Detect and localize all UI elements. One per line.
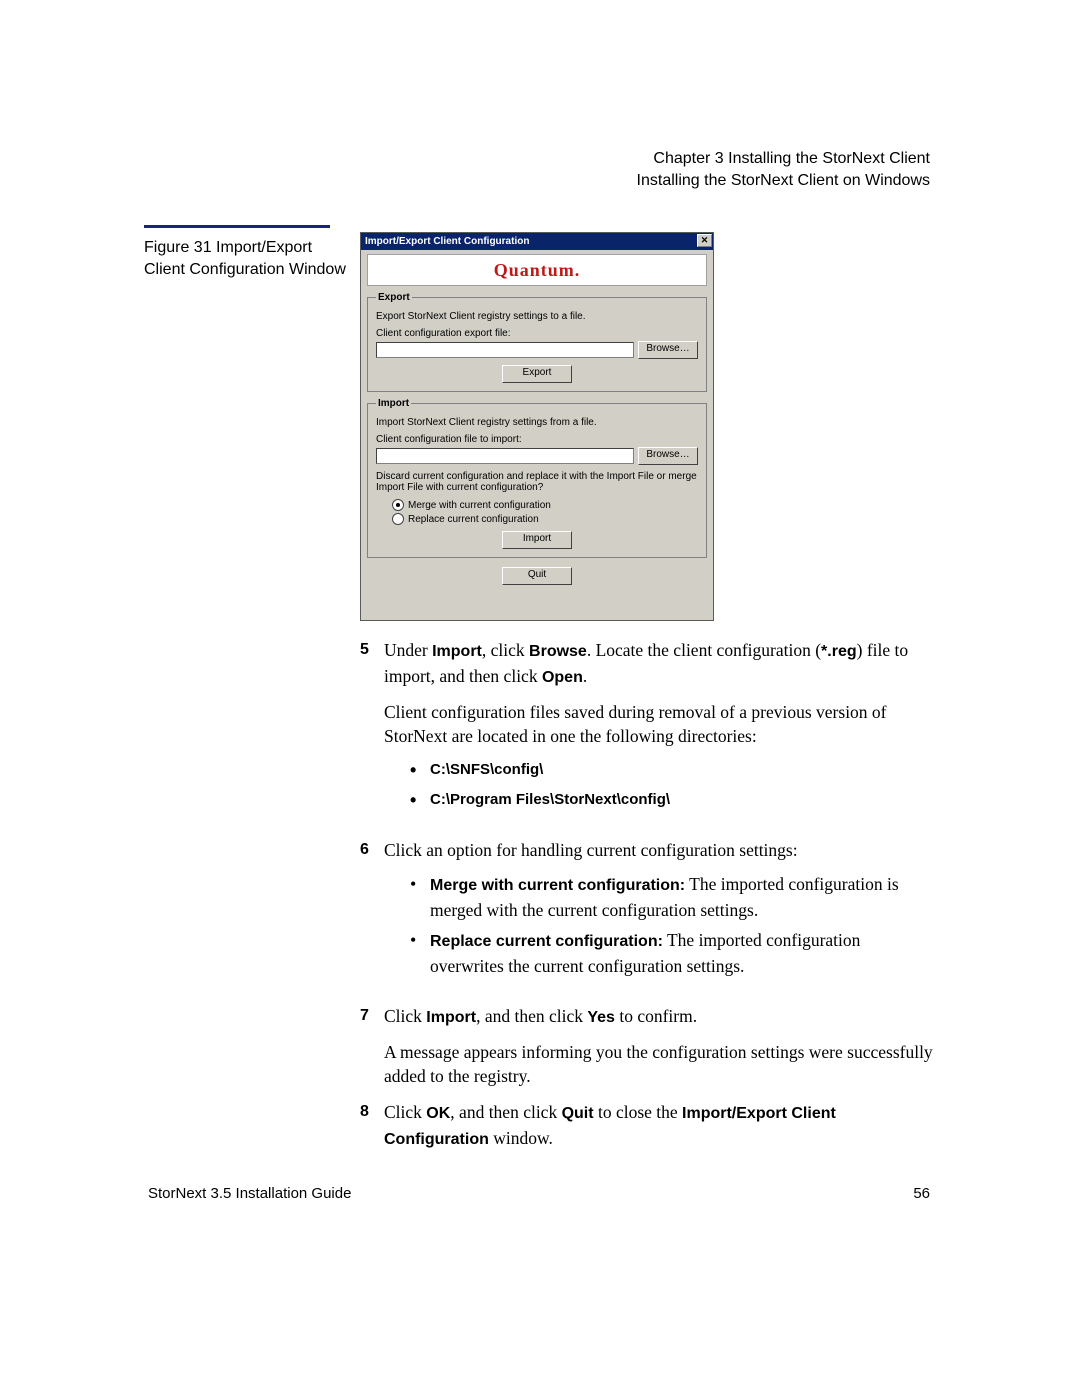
import-legend: Import: [376, 398, 411, 409]
step7-p2: A message appears informing you the conf…: [384, 1042, 933, 1086]
dir-item: C:\Program Files\StorNext\config\: [408, 788, 936, 812]
step-8: 8 Click OK, and then click Quit to close…: [360, 1100, 936, 1152]
step-7: 7 Click Import, and then click Yes to co…: [360, 1004, 936, 1088]
blue-rule: [144, 225, 330, 228]
chapter-line: Chapter 3 Installing the StorNext Client: [637, 148, 930, 170]
quit-button[interactable]: Quit: [502, 567, 572, 585]
figure-caption: Figure 31 Import/Export Client Configura…: [144, 237, 354, 281]
radio-icon: [392, 499, 404, 511]
import-file-label: Client configuration file to import:: [376, 434, 698, 445]
export-desc: Export StorNext Client registry settings…: [376, 311, 698, 322]
directory-list: C:\SNFS\config\ C:\Program Files\StorNex…: [408, 758, 936, 812]
import-file-input[interactable]: [376, 448, 634, 464]
import-desc: Import StorNext Client registry settings…: [376, 417, 698, 428]
footer-page: 56: [913, 1185, 930, 1202]
export-browse-button[interactable]: Browse…: [638, 341, 698, 359]
import-question: Discard current configuration and replac…: [376, 471, 698, 493]
export-file-label: Client configuration export file:: [376, 328, 698, 339]
import-button[interactable]: Import: [502, 531, 572, 549]
export-file-input[interactable]: [376, 342, 634, 358]
page-header: Chapter 3 Installing the StorNext Client…: [637, 148, 930, 192]
body-copy: 5 Under Import, click Browse. Locate the…: [360, 638, 936, 1164]
brand-banner: Quantum.: [367, 254, 707, 286]
radio-replace-label: Replace current configuration: [408, 514, 539, 525]
brand-text: Quantum.: [494, 260, 581, 281]
export-group: Export Export StorNext Client registry s…: [367, 292, 707, 392]
dialog-titlebar: Import/Export Client Configuration ✕: [361, 233, 713, 250]
step5-p2: Client configuration files saved during …: [384, 702, 887, 746]
export-legend: Export: [376, 292, 412, 303]
close-icon[interactable]: ✕: [697, 234, 712, 247]
step-5: 5 Under Import, click Browse. Locate the…: [360, 638, 936, 826]
dialog-title: Import/Export Client Configuration: [365, 236, 529, 247]
export-button[interactable]: Export: [502, 365, 572, 383]
radio-icon: [392, 513, 404, 525]
import-export-dialog: Import/Export Client Configuration ✕ Qua…: [360, 232, 714, 621]
radio-merge-label: Merge with current configuration: [408, 500, 551, 511]
option-replace: Replace current configuration: The impor…: [408, 928, 936, 978]
page-footer: StorNext 3.5 Installation Guide 56: [148, 1185, 930, 1202]
step-6: 6 Click an option for handling current c…: [360, 838, 936, 992]
option-list: Merge with current configuration: The im…: [408, 872, 936, 978]
dir-item: C:\SNFS\config\: [408, 758, 936, 782]
radio-replace[interactable]: Replace current configuration: [392, 513, 698, 525]
radio-merge[interactable]: Merge with current configuration: [392, 499, 698, 511]
section-line: Installing the StorNext Client on Window…: [637, 170, 930, 192]
option-merge: Merge with current configuration: The im…: [408, 872, 936, 922]
footer-guide: StorNext 3.5 Installation Guide: [148, 1185, 351, 1202]
import-group: Import Import StorNext Client registry s…: [367, 398, 707, 558]
import-browse-button[interactable]: Browse…: [638, 447, 698, 465]
